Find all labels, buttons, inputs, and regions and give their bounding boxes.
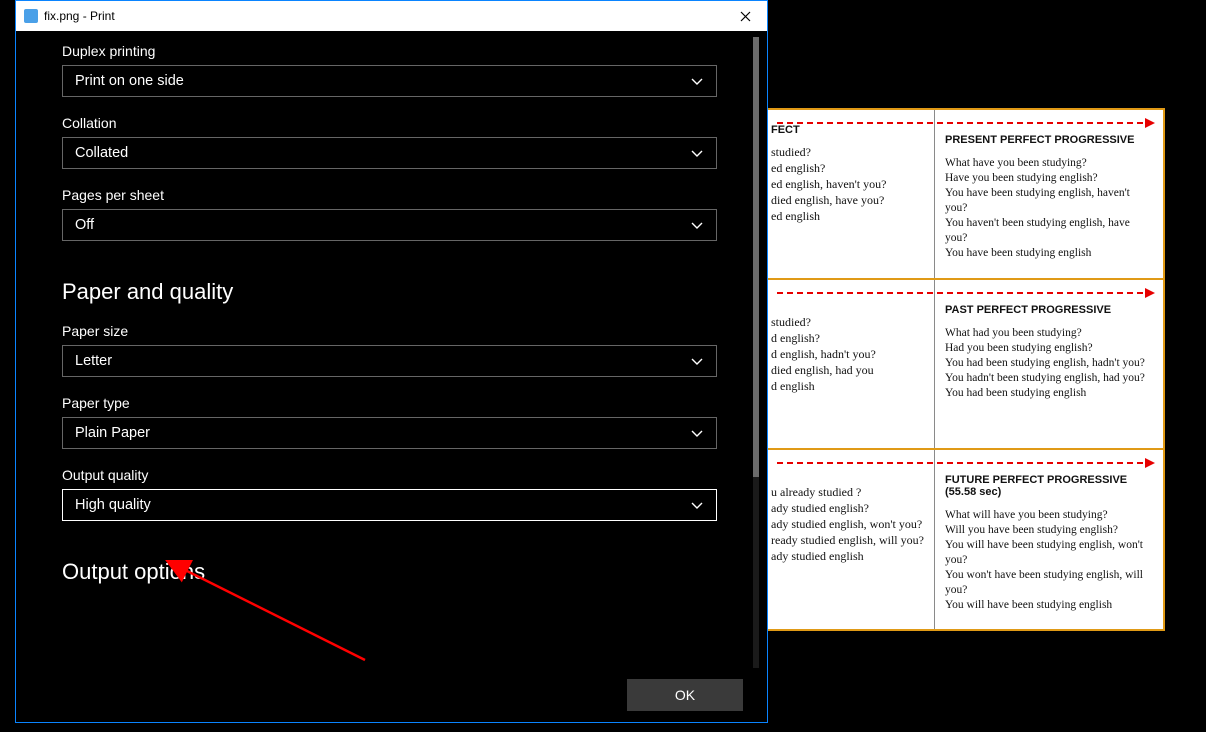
print-dialog: fix.png - Print Duplex printing Print on…	[15, 0, 768, 723]
ok-button[interactable]: OK	[627, 679, 743, 711]
chevron-down-icon	[690, 219, 704, 233]
collation-value: Collated	[75, 145, 128, 161]
pps-label: Pages per sheet	[62, 187, 739, 203]
collation-select[interactable]: Collated	[62, 137, 717, 169]
dialog-bottombar: OK	[16, 668, 767, 722]
chevron-down-icon	[690, 75, 704, 89]
output-quality-label: Output quality	[62, 467, 739, 483]
paper-size-select[interactable]: Letter	[62, 345, 717, 377]
duplex-value: Print on one side	[75, 73, 184, 89]
card-right-heading: PRESENT PERFECT PROGRESSIVE	[945, 134, 1153, 146]
card-right-heading: PAST PERFECT PROGRESSIVE	[945, 304, 1153, 316]
chevron-down-icon	[690, 427, 704, 441]
scrollbar-thumb[interactable]	[753, 37, 759, 477]
card-right-text: What had you been studying?Had you been …	[945, 326, 1153, 401]
pps-value: Off	[75, 217, 94, 233]
paper-size-label: Paper size	[62, 323, 739, 339]
card-right-text: What will have you been studying?Will yo…	[945, 508, 1153, 613]
card-right-text: What have you been studying?Have you bee…	[945, 156, 1153, 261]
close-button[interactable]	[723, 1, 767, 31]
preview-card: u already studied ?ady studied english?a…	[767, 450, 1163, 629]
ok-label: OK	[675, 687, 695, 703]
timeline-arrow-icon	[777, 462, 1153, 464]
preview-card: studied?d english?d english, hadn't you?…	[767, 280, 1163, 450]
card-left-text: studied?d english?d english, hadn't you?…	[771, 314, 931, 394]
card-divider	[934, 280, 935, 448]
paper-type-select[interactable]: Plain Paper	[62, 417, 717, 449]
output-quality-value: High quality	[75, 497, 151, 513]
duplex-label: Duplex printing	[62, 43, 739, 59]
close-icon	[740, 11, 751, 22]
card-right-heading: FUTURE PERFECT PROGRESSIVE (55.58 sec)	[945, 474, 1153, 498]
chevron-down-icon	[690, 355, 704, 369]
chevron-down-icon	[690, 499, 704, 513]
scrollbar[interactable]	[753, 37, 759, 668]
card-divider	[934, 110, 935, 278]
output-quality-select[interactable]: High quality	[62, 489, 717, 521]
section-output-heading: Output options	[62, 559, 739, 585]
timeline-arrow-icon	[777, 122, 1153, 124]
app-icon	[24, 9, 38, 23]
pps-select[interactable]: Off	[62, 209, 717, 241]
card-left-heading: FECT	[771, 124, 800, 136]
timeline-arrow-icon	[777, 292, 1153, 294]
duplex-select[interactable]: Print on one side	[62, 65, 717, 97]
dialog-body: Duplex printing Print on one side Collat…	[16, 31, 767, 668]
collation-label: Collation	[62, 115, 739, 131]
window-title: fix.png - Print	[44, 9, 115, 23]
paper-type-label: Paper type	[62, 395, 739, 411]
card-divider	[934, 450, 935, 629]
preview-card: FECT studied?ed english?ed english, haven…	[767, 110, 1163, 280]
paper-size-value: Letter	[75, 353, 112, 369]
print-preview-document: FECT studied?ed english?ed english, haven…	[765, 108, 1165, 631]
chevron-down-icon	[690, 147, 704, 161]
section-paper-heading: Paper and quality	[62, 279, 739, 305]
titlebar: fix.png - Print	[16, 1, 767, 31]
paper-type-value: Plain Paper	[75, 425, 150, 441]
card-left-text: u already studied ?ady studied english?a…	[771, 484, 931, 564]
card-left-text: studied?ed english?ed english, haven't y…	[771, 144, 931, 224]
